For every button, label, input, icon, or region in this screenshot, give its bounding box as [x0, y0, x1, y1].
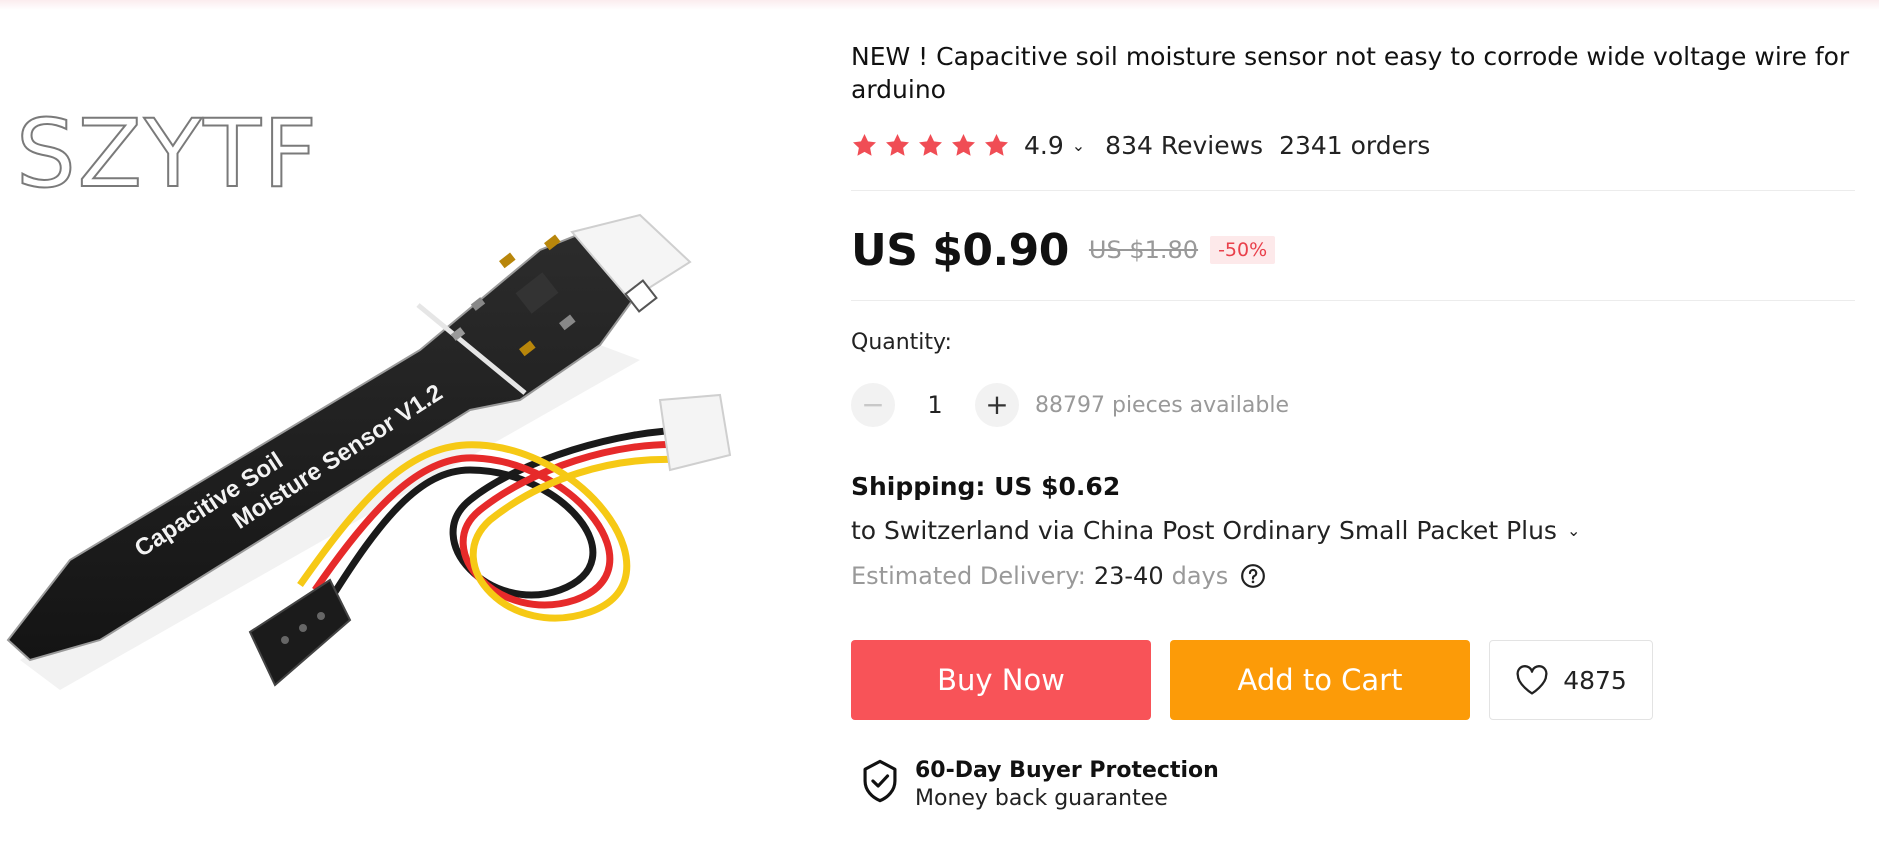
- product-title: NEW ! Capacitive soil moisture sensor no…: [851, 42, 1850, 104]
- eta-label: Estimated Delivery:: [851, 562, 1086, 590]
- estimated-delivery: Estimated Delivery: 23-40 days: [851, 562, 1266, 590]
- reviews-link[interactable]: 834 Reviews: [1105, 131, 1263, 160]
- help-circle-icon[interactable]: [1240, 563, 1266, 589]
- product-image[interactable]: SZYTF Capacitive Soil Moisture Sensor V1…: [0, 0, 800, 849]
- minus-icon[interactable]: −: [851, 383, 895, 427]
- shipping-cost: Shipping: US $0.62: [851, 472, 1121, 501]
- star-icon: [853, 133, 876, 156]
- current-price: US $0.90: [851, 224, 1069, 276]
- star-icon: [886, 133, 909, 156]
- discount-badge: -50%: [1210, 236, 1276, 264]
- eta-unit: days: [1171, 562, 1229, 590]
- star-icon: [952, 133, 975, 156]
- protection-subtitle: Money back guarantee: [915, 786, 1168, 811]
- buy-now-button[interactable]: Buy Now: [851, 640, 1151, 720]
- rating-row: 4.9 ⌄ 834 Reviews 2341 orders: [851, 126, 1430, 164]
- star-icon: [919, 133, 942, 156]
- protection-title: 60-Day Buyer Protection: [915, 758, 1219, 783]
- quantity-stepper: − 1 + 88797 pieces available: [851, 383, 1289, 427]
- shipping-method-selector[interactable]: to Switzerland via China Post Ordinary S…: [851, 516, 1580, 545]
- wishlist-count: 4875: [1563, 665, 1627, 695]
- chevron-down-icon[interactable]: ⌄: [1072, 136, 1085, 155]
- shipping-route-text: to Switzerland via China Post Ordinary S…: [851, 516, 1557, 545]
- orders-count: 2341 orders: [1279, 130, 1431, 160]
- price-row: US $0.90 US $1.80 -50%: [851, 220, 1276, 280]
- chevron-down-icon[interactable]: ⌄: [1567, 521, 1580, 540]
- stock-available: 88797 pieces available: [1035, 392, 1289, 418]
- add-to-cart-button[interactable]: Add to Cart: [1170, 640, 1470, 720]
- original-price: US $1.80: [1088, 236, 1199, 264]
- plus-icon[interactable]: +: [975, 383, 1019, 427]
- wishlist-button[interactable]: 4875: [1489, 640, 1653, 720]
- rating-value[interactable]: 4.9: [1024, 131, 1064, 160]
- divider: [851, 300, 1855, 301]
- rating-stars: [851, 132, 1010, 159]
- buyer-protection: 60-Day Buyer Protection Money back guara…: [861, 757, 1219, 813]
- divider: [851, 190, 1855, 191]
- quantity-label: Quantity:: [851, 330, 952, 355]
- eta-days: 23-40: [1093, 562, 1164, 590]
- star-icon: [985, 133, 1008, 156]
- heart-icon: [1516, 665, 1548, 695]
- shield-check-icon: [863, 759, 897, 803]
- quantity-input[interactable]: 1: [895, 391, 975, 419]
- brand-watermark: SZYTF: [15, 100, 319, 209]
